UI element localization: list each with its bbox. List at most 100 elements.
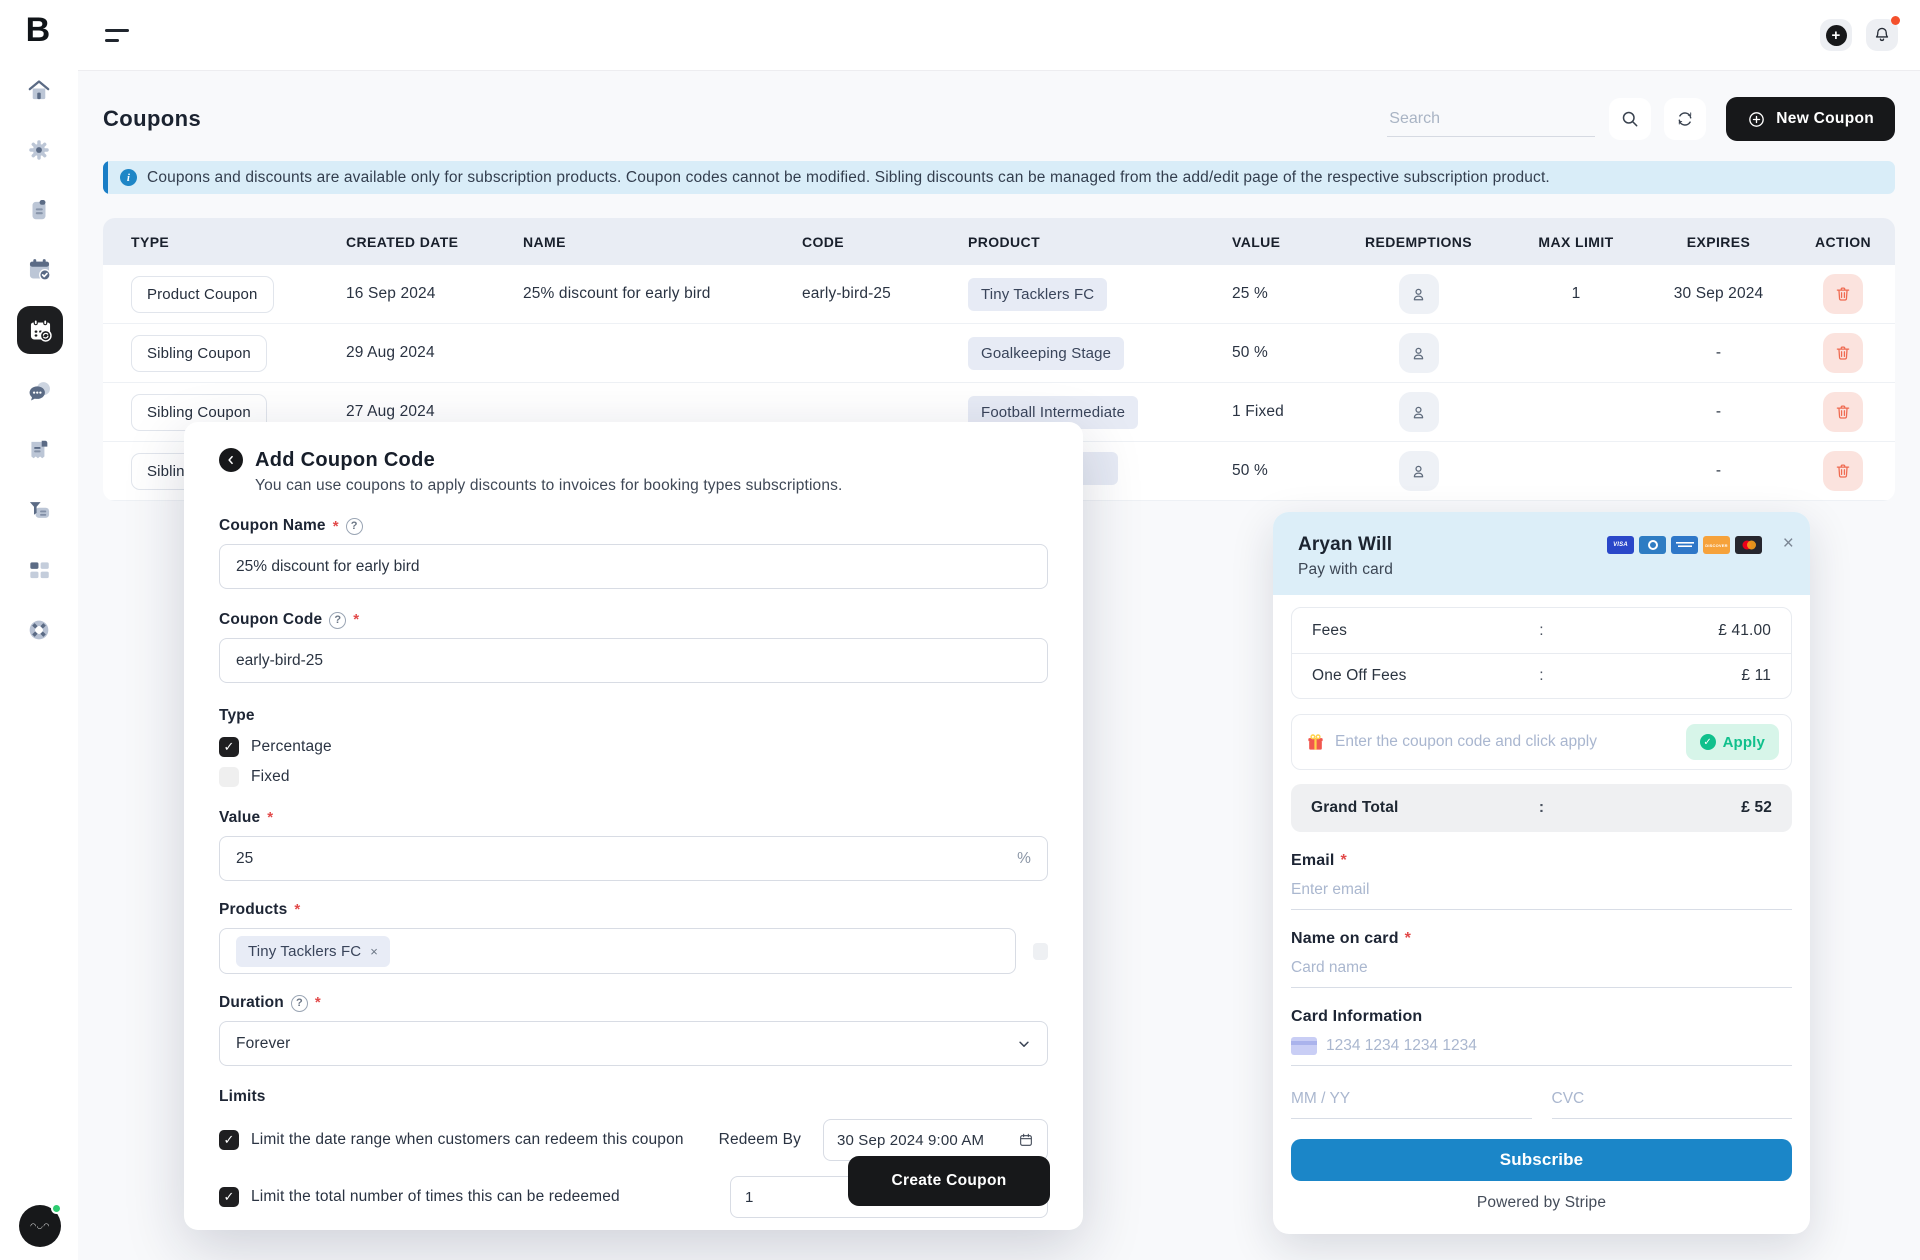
expires-cell: - <box>1716 344 1721 362</box>
value-cell: 25 % <box>1216 285 1331 303</box>
sidebar-item-home[interactable] <box>24 75 54 105</box>
redemptions-button[interactable] <box>1399 333 1439 373</box>
app-logo[interactable]: B <box>18 10 58 50</box>
search-input[interactable] <box>1389 110 1593 128</box>
value-label: Value <box>219 809 260 827</box>
delete-coupon-button[interactable] <box>1823 451 1863 491</box>
notifications-button[interactable] <box>1866 19 1898 51</box>
banner-accent-bar <box>103 161 108 194</box>
card-brand-icons: VISA DISCOVER <box>1607 536 1762 554</box>
diners-icon <box>1639 536 1666 554</box>
limit-date-checkbox[interactable] <box>219 1130 239 1150</box>
amex-icon <box>1671 536 1698 554</box>
sidebar-item-apps[interactable] <box>24 555 54 585</box>
redemptions-button[interactable] <box>1399 274 1439 314</box>
col-value: VALUE <box>1216 234 1331 250</box>
quick-add-button[interactable]: + <box>1820 19 1852 51</box>
redemptions-button[interactable] <box>1399 392 1439 432</box>
apply-label: Apply <box>1723 734 1765 751</box>
coupon-code-input[interactable] <box>236 652 1031 670</box>
sidebar-item-messages[interactable] <box>24 376 54 406</box>
chevron-left-icon <box>225 454 237 466</box>
expiry-field <box>1291 1090 1532 1119</box>
sidebar-item-filters[interactable] <box>24 495 54 525</box>
remove-product-icon[interactable]: × <box>370 944 378 959</box>
col-expires: EXPIRES <box>1687 234 1751 250</box>
value-input[interactable] <box>236 850 1017 868</box>
card-number-input[interactable] <box>1326 1037 1792 1055</box>
email-label: Email <box>1291 852 1347 870</box>
sidebar-item-notes[interactable] <box>24 195 54 225</box>
duration-value: Forever <box>236 1035 290 1053</box>
expires-cell: - <box>1716 403 1721 421</box>
new-coupon-button[interactable]: New Coupon <box>1726 97 1895 141</box>
fees-label: Fees <box>1312 622 1532 640</box>
coupon-name-field <box>219 544 1048 589</box>
visa-icon: VISA <box>1607 536 1634 554</box>
select-all-products-checkbox[interactable] <box>1033 943 1048 960</box>
grand-total-row: Grand Total : £ 52 <box>1291 784 1792 832</box>
col-name: NAME <box>523 234 802 250</box>
limit-date-label: Limit the date range when customers can … <box>251 1131 684 1149</box>
duration-select[interactable]: Forever <box>219 1021 1048 1066</box>
products-field[interactable]: Tiny Tacklers FC × <box>219 928 1016 974</box>
limit-count-label: Limit the total number of times this can… <box>251 1188 620 1206</box>
help-icon[interactable]: ? <box>329 612 346 629</box>
help-icon[interactable]: ? <box>291 995 308 1012</box>
create-coupon-button[interactable]: Create Coupon <box>848 1156 1050 1206</box>
person-icon <box>1409 344 1428 363</box>
close-payment-icon[interactable]: × <box>1783 534 1794 553</box>
redemptions-button[interactable] <box>1399 451 1439 491</box>
value-cell: 50 % <box>1216 462 1331 480</box>
sidebar-item-bookings[interactable] <box>24 254 54 284</box>
help-icon[interactable]: ? <box>346 518 363 535</box>
coupon-name-input[interactable] <box>236 558 1031 576</box>
fixed-checkbox[interactable] <box>219 767 239 787</box>
expires-cell: 30 Sep 2024 <box>1674 285 1764 303</box>
refresh-button[interactable] <box>1664 98 1706 140</box>
coupon-name-label: Coupon Name <box>219 517 339 535</box>
coupon-code-entry-input[interactable] <box>1335 733 1676 751</box>
email-input[interactable] <box>1291 881 1792 899</box>
cvc-input[interactable] <box>1552 1090 1793 1108</box>
trash-icon <box>1834 462 1852 480</box>
value-cell: 1 Fixed <box>1216 403 1331 421</box>
create-coupon-label: Create Coupon <box>892 1172 1007 1190</box>
limit-count-checkbox[interactable] <box>219 1187 239 1207</box>
fees-summary: Fees : £ 41.00 One Off Fees : £ 11 <box>1291 607 1792 699</box>
plus-circle-icon <box>1747 110 1766 129</box>
banner-text: Coupons and discounts are available only… <box>147 169 1550 187</box>
percentage-checkbox[interactable] <box>219 737 239 757</box>
table-header-row: TYPE CREATED DATE NAME CODE PRODUCT VALU… <box>103 218 1895 265</box>
apply-coupon-button[interactable]: ✓ Apply <box>1686 724 1779 760</box>
name-on-card-field <box>1291 959 1792 988</box>
redeem-by-date-picker[interactable]: 30 Sep 2024 9:00 AM <box>823 1119 1048 1161</box>
expiry-input[interactable] <box>1291 1090 1532 1108</box>
user-avatar[interactable]: ◠◡◠ <box>19 1205 61 1247</box>
plus-icon: + <box>1826 25 1847 46</box>
delete-coupon-button[interactable] <box>1823 274 1863 314</box>
calendar-sync-icon <box>27 317 54 344</box>
add-coupon-modal: Add Coupon Code You can use coupons to a… <box>184 422 1083 1230</box>
name-on-card-label: Name on card <box>1291 930 1411 948</box>
sidebar-item-subscriptions-active[interactable] <box>17 306 63 354</box>
delete-coupon-button[interactable] <box>1823 392 1863 432</box>
sidebar-item-invoices[interactable] <box>24 435 54 465</box>
grand-total-label: Grand Total <box>1311 799 1532 817</box>
name-on-card-input[interactable] <box>1291 959 1792 977</box>
delete-coupon-button[interactable] <box>1823 333 1863 373</box>
product-tag-label: Tiny Tacklers FC <box>248 943 361 960</box>
fees-value: £ 41.00 <box>1552 622 1772 640</box>
back-button[interactable] <box>219 448 243 472</box>
mastercard-icon <box>1735 536 1762 554</box>
type-badge: Product Coupon <box>131 276 274 313</box>
gear-icon <box>26 137 52 163</box>
sidebar-item-settings[interactable] <box>24 135 54 165</box>
search-button[interactable] <box>1609 98 1651 140</box>
subscribe-button[interactable]: Subscribe <box>1291 1139 1792 1181</box>
menu-toggle-button[interactable] <box>105 29 131 42</box>
col-redemptions: REDEMPTIONS <box>1365 234 1472 250</box>
refresh-icon <box>1675 109 1695 129</box>
sidebar-item-help[interactable] <box>24 615 54 645</box>
colon: : <box>1532 622 1552 640</box>
